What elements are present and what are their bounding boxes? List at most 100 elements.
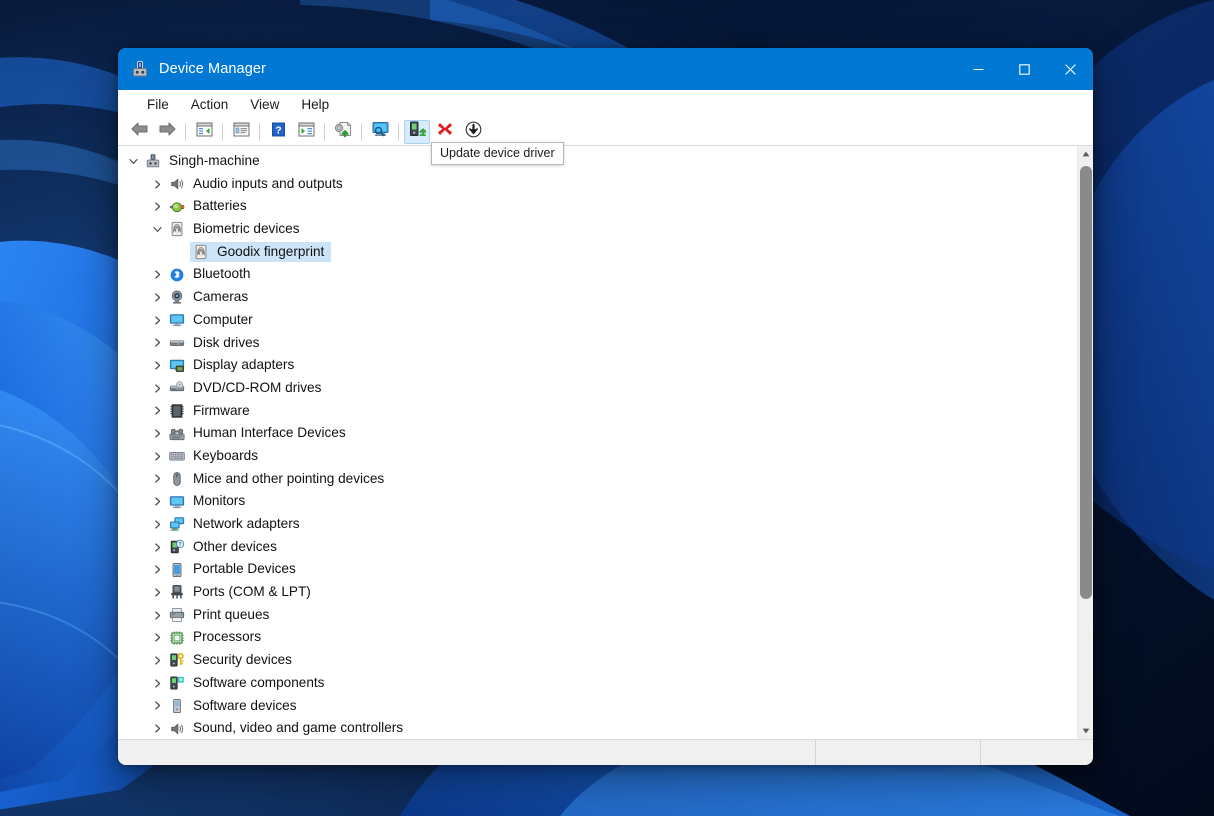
chevron-right-icon[interactable] (148, 202, 166, 211)
chevron-right-icon[interactable] (148, 542, 166, 552)
optical-drive-icon (168, 380, 186, 396)
tree-node[interactable]: Biometric devices (118, 218, 1077, 241)
toolbar-back[interactable] (126, 120, 152, 144)
tree-node[interactable]: Software components (118, 672, 1077, 695)
chevron-right-icon[interactable] (148, 270, 166, 279)
toolbar-tooltip: Update device driver (431, 142, 564, 165)
tree-node[interactable]: Software devices (118, 695, 1077, 718)
tree-node[interactable]: Computer (118, 309, 1077, 332)
toolbar-update-driver-monitor[interactable] (367, 120, 393, 144)
statusbar-pane-two (816, 740, 981, 765)
tree-node[interactable]: Print queues (118, 604, 1077, 627)
chevron-right-icon[interactable] (148, 293, 166, 302)
tree-node[interactable]: Monitors (118, 490, 1077, 513)
chevron-right-icon[interactable] (148, 474, 166, 484)
statusbar-pane-three (981, 740, 1093, 765)
uninstall-device-icon (437, 121, 453, 142)
tree-node-label: Portable Devices (193, 561, 296, 577)
tree-node[interactable]: Portable Devices (118, 558, 1077, 581)
toolbar-show-hide-action-pane[interactable] (293, 120, 319, 144)
portable-device-icon (168, 562, 186, 578)
toolbar-scan-for-hardware-changes[interactable] (330, 120, 356, 144)
chevron-right-icon[interactable] (148, 384, 166, 393)
device-manager-icon (131, 60, 149, 78)
speaker-icon (168, 176, 186, 192)
monitor-icon (168, 312, 186, 328)
vertical-scrollbar[interactable] (1077, 146, 1093, 739)
chevron-right-icon[interactable] (148, 406, 166, 416)
tree-node-root[interactable]: Singh-machine (118, 150, 1077, 173)
chevron-right-icon[interactable] (148, 701, 166, 710)
chevron-right-icon[interactable] (148, 565, 166, 574)
chevron-down-icon[interactable] (124, 157, 142, 166)
chevron-right-icon[interactable] (148, 520, 166, 529)
chevron-right-icon[interactable] (148, 179, 166, 189)
chevron-right-icon[interactable] (148, 724, 166, 733)
device-tree[interactable]: Singh-machine Audio inputs and outputs B… (118, 146, 1077, 739)
battery-icon (168, 199, 186, 215)
chevron-right-icon[interactable] (148, 497, 166, 506)
toolbar-properties[interactable] (228, 120, 254, 144)
tree-node[interactable]: Audio inputs and outputs (118, 173, 1077, 196)
toolbar-disable-device[interactable] (460, 120, 486, 144)
network-adapter-icon (168, 516, 186, 532)
menu-file[interactable]: File (136, 94, 180, 115)
tree-node-label: Bluetooth (193, 266, 251, 282)
tree-node[interactable]: DVD/CD-ROM drives (118, 377, 1077, 400)
chevron-right-icon[interactable] (148, 679, 166, 688)
tree-node[interactable]: Bluetooth (118, 263, 1077, 286)
tree-node[interactable]: Sound, video and game controllers (118, 717, 1077, 739)
scroll-up-arrow-icon[interactable] (1078, 146, 1093, 162)
chevron-right-icon[interactable] (148, 429, 166, 438)
toolbar-uninstall-device[interactable] (432, 120, 458, 144)
window-titlebar[interactable]: Device Manager (118, 48, 1093, 90)
tree-node[interactable]: ? Other devices (118, 536, 1077, 559)
chevron-right-icon[interactable] (148, 588, 166, 597)
chevron-right-icon[interactable] (148, 610, 166, 620)
tree-node[interactable]: Processors (118, 626, 1077, 649)
menu-action[interactable]: Action (180, 94, 240, 115)
monitor-icon (168, 494, 186, 510)
tree-node[interactable]: Disk drives (118, 332, 1077, 355)
menu-help[interactable]: Help (290, 94, 340, 115)
scroll-down-arrow-icon[interactable] (1078, 723, 1093, 739)
scrollbar-thumb[interactable] (1080, 166, 1092, 599)
tree-node[interactable]: Mice and other pointing devices (118, 468, 1077, 491)
chevron-right-icon[interactable] (148, 656, 166, 665)
chevron-right-icon[interactable] (148, 338, 166, 347)
firmware-chip-icon (168, 403, 186, 419)
tree-node[interactable]: Security devices (118, 649, 1077, 672)
tree-node[interactable]: Goodix fingerprint (118, 241, 1077, 264)
camera-icon (168, 289, 186, 305)
minimize-button[interactable] (955, 48, 1001, 90)
toolbar-help[interactable]: ? (265, 120, 291, 144)
properties-icon (233, 122, 250, 142)
toolbar-forward[interactable] (154, 120, 180, 144)
chevron-right-icon[interactable] (148, 633, 166, 642)
toolbar-separator-6 (398, 122, 399, 141)
menubar: File Action View Help (118, 90, 1093, 118)
tree-node[interactable]: Cameras (118, 286, 1077, 309)
tree-node[interactable]: Display adapters (118, 354, 1077, 377)
toolbar-update-device-driver[interactable] (404, 119, 430, 144)
chevron-right-icon[interactable] (148, 316, 166, 325)
tree-node[interactable]: Firmware (118, 400, 1077, 423)
chevron-right-icon[interactable] (148, 361, 166, 370)
device-tree-pane: Singh-machine Audio inputs and outputs B… (118, 146, 1093, 739)
toolbar: ? Update device driver (118, 118, 1093, 165)
toolbar-show-hide-console-tree[interactable] (191, 120, 217, 144)
menu-view[interactable]: View (239, 94, 290, 115)
close-button[interactable] (1047, 48, 1093, 90)
tree-node[interactable]: Network adapters (118, 513, 1077, 536)
chevron-down-icon[interactable] (148, 225, 166, 234)
tree-node[interactable]: Keyboards (118, 445, 1077, 468)
tree-node[interactable]: Human Interface Devices (118, 422, 1077, 445)
help-icon: ? (271, 122, 286, 142)
tree-node[interactable]: Batteries (118, 195, 1077, 218)
forward-arrow-icon (158, 121, 177, 142)
chevron-right-icon[interactable] (148, 452, 166, 461)
maximize-button[interactable] (1001, 48, 1047, 90)
port-icon (168, 584, 186, 600)
tree-node[interactable]: Ports (COM & LPT) (118, 581, 1077, 604)
tree-node-label: Monitors (193, 493, 246, 509)
